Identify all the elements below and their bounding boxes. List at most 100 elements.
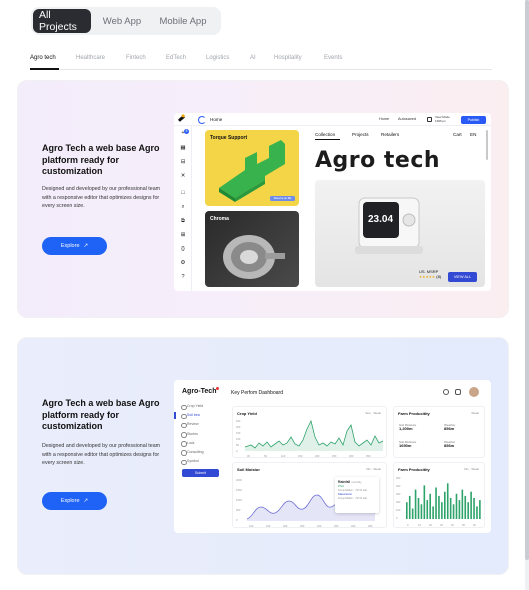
explore-button[interactable]: Explore ↗ — [42, 237, 107, 255]
arrow-up-right-icon: ↗ — [83, 243, 89, 249]
x-tick: 40 — [451, 523, 454, 527]
view-all-button: VIEW ALL — [448, 272, 477, 282]
y-tick: 0 — [236, 518, 238, 522]
sidebar-item: Lock — [178, 439, 224, 448]
logo-icon — [198, 116, 206, 124]
y-tick: 0 — [396, 516, 398, 520]
category-logistics[interactable]: Logistics — [206, 55, 229, 61]
media-icon: ⊞ — [180, 232, 186, 238]
project-description: Designed and developed by our profession… — [42, 186, 161, 210]
category-events[interactable]: Events — [324, 55, 342, 61]
y-tick: 100 — [236, 437, 241, 441]
view-mode: View Mode 1366 px — [435, 115, 450, 123]
tools-icon: ✕ — [180, 173, 186, 179]
scrollbar-thumb[interactable] — [525, 0, 529, 560]
brand-name: Agro-Tech — [182, 388, 217, 395]
bar — [464, 495, 467, 519]
brand-dot — [216, 387, 220, 390]
x-tick: 450 — [368, 524, 373, 528]
bar — [435, 487, 437, 519]
project-card-agro-web[interactable]: Agro Tech a web base Agro platform ready… — [17, 80, 509, 318]
avatar — [469, 387, 479, 397]
y-tick: 1500 — [236, 488, 242, 492]
nav-language: EN — [470, 132, 477, 137]
device-time: 23.04 — [368, 214, 393, 225]
layout-icon: ▦ — [180, 145, 186, 151]
category-filter: Agro tech Healthcare Fintech EdTech Logi… — [30, 54, 492, 70]
kpi-weather: Weather 856m — [444, 440, 456, 448]
x-tick: 0 — [407, 523, 409, 527]
project-card-agro-dashboard[interactable]: Agro Tech a web base Agro platform ready… — [17, 337, 509, 575]
x-tick: 400 — [351, 524, 356, 528]
nav-collection: Collection — [315, 132, 336, 137]
bar — [473, 498, 475, 519]
x-tick: 100 — [249, 524, 254, 528]
page-scrollbar[interactable] — [525, 0, 529, 590]
tab-web-app[interactable]: Web App — [95, 9, 149, 33]
kpi-soil-moisture: Soil Moisture 1690m — [399, 440, 417, 448]
editor-topbar: Home Home Autosaved View Mode 1366 px Pu… — [174, 113, 491, 126]
magic-wand-icon — [177, 115, 186, 122]
y-tick: 50 — [236, 443, 239, 447]
category-ai[interactable]: AI — [250, 55, 256, 61]
y-tick: 100 — [396, 508, 401, 512]
explore-button[interactable]: Explore ↗ — [42, 492, 107, 510]
torque-support-tile: Torque Support Reserve an RE — [205, 130, 299, 206]
sidebar-item: Review — [178, 420, 224, 429]
category-agro-tech[interactable]: Agro tech — [30, 55, 56, 61]
chroma-tile: Chroma — [205, 211, 299, 287]
bar — [408, 495, 411, 519]
bar — [411, 508, 414, 519]
bar — [467, 502, 469, 519]
kpi-weather: Weather 856m — [444, 423, 456, 431]
x-tick: 50 — [462, 523, 465, 527]
tab-mobile-app[interactable]: Mobile App — [153, 9, 213, 33]
bar — [458, 500, 461, 519]
view-mode-size: 1366 px — [435, 118, 446, 123]
x-tick: 200 — [283, 524, 288, 528]
y-tick: 200 — [396, 500, 401, 504]
green-bracket-image — [219, 140, 285, 202]
x-tick: 60 — [473, 523, 476, 527]
category-fintech[interactable]: Fintech — [126, 55, 146, 61]
sidebar-item: Consulting — [178, 448, 224, 457]
reserve-button: Reserve an RE — [270, 196, 295, 201]
bar — [455, 493, 458, 519]
page-icon: □ — [181, 190, 185, 196]
bar — [452, 504, 455, 519]
bar — [449, 498, 452, 519]
product-showcase: 23.04 US. MSRP ★★★★★ (8) VIEW ALL — [315, 180, 485, 287]
sidebar-item: Symbol — [178, 457, 224, 466]
home-link: Home — [379, 117, 390, 121]
category-healthcare[interactable]: Healthcare — [76, 55, 105, 61]
x-tick: 150 — [298, 454, 303, 458]
bar — [461, 489, 464, 519]
x-tick: 150 — [266, 524, 271, 528]
kpi-soil-moisture: Soil Moisture 1,200m — [399, 423, 417, 431]
bar — [417, 498, 420, 519]
editor-screenshot: Home Home Autosaved View Mode 1366 px Pu… — [174, 113, 491, 291]
hero-headline: Agro tech — [315, 148, 441, 173]
project-title: Agro Tech a web base Agro platform ready… — [42, 143, 160, 176]
bar — [446, 483, 449, 519]
productivity-bar-chart: 500 400 300 200 100 0 0 10 20 30 40 50 6… — [396, 476, 481, 527]
x-tick: 30 — [440, 523, 443, 527]
bell-icon — [455, 389, 461, 395]
bar — [406, 502, 408, 519]
crop-yield-panel: Crop Yield Seo · Week 250 200 150 100 50… — [232, 406, 387, 458]
publish-button: Publish — [461, 115, 486, 124]
external-link-icon — [427, 117, 432, 122]
y-tick: 200 — [236, 425, 241, 429]
project-title: Agro Tech a web base Agro platform ready… — [42, 398, 160, 431]
tab-all-projects[interactable]: All Projects — [33, 9, 91, 33]
farm-productivity-panel: Farm Producitity Week Soil Moisture 1,200… — [393, 406, 485, 458]
project-type-tabs: All Projects Web App Mobile App — [31, 7, 221, 35]
explore-label: Explore — [60, 243, 80, 249]
bar — [432, 506, 434, 519]
category-edtech[interactable]: EdTech — [166, 55, 186, 61]
notification-badge: 8 — [184, 129, 189, 134]
x-tick: 250 — [332, 454, 337, 458]
settings-icon: ⚙ — [180, 260, 186, 266]
chart-tooltip: Rainfall monthly PSA Crop Moist · 70 % c… — [335, 477, 379, 513]
category-hospitality[interactable]: Hospitality — [274, 55, 302, 61]
